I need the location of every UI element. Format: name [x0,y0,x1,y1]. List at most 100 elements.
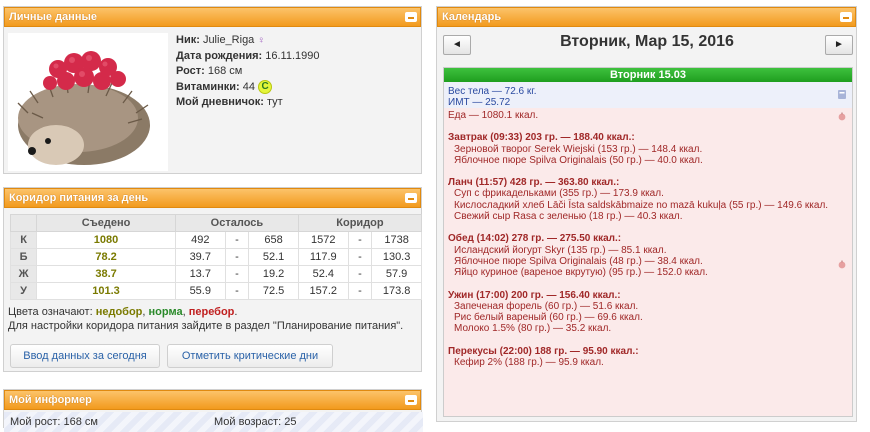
left-max: 658 [248,231,299,249]
my-informer-panel: Мой информер Мой рост: 168 см Мой возрас… [3,389,423,432]
meal-item: Суп с фрикадельками (355 гр.) — 173.9 кк… [454,188,664,200]
personal-info: Ник: Julie_Riga ♀ Дата рождения: 16.11.1… [176,33,320,111]
table-row: У 101.3 55.9 - 72.5 157.2 - 173.8 [9,282,422,300]
minimize-icon[interactable] [405,395,417,405]
legend-norm: норма [148,306,183,318]
table-row: Ж 38.7 13.7 - 19.2 52.4 - 57.9 [9,265,422,283]
row-label: Б [9,248,38,266]
apple-icon [838,112,846,121]
height-row: Рост: 168 см [176,64,320,80]
minimize-icon[interactable] [405,12,417,22]
vitamins-value: 44 [242,80,255,93]
left-min: 13.7 [174,265,226,283]
minimize-icon[interactable] [405,193,417,203]
dash: - [224,265,250,283]
vitamins-label: Витаминки: [176,80,240,93]
enter-today-data-button[interactable]: Ввод данных за сегодня [10,344,160,368]
legend-under: недобор [95,306,143,318]
meal-item: Свежий сыр Rasa с зеленью (18 гр.) — 40.… [454,211,683,223]
meal-item: Яблочное пюре Spilva Originalais (48 гр.… [454,255,703,267]
meal-item: Кисло­сладкий хлеб Lāči Īsta saldskābmai… [454,199,829,211]
hedgehog-avatar-image [8,33,168,171]
minimize-icon[interactable] [840,12,852,22]
row-label: У [9,282,38,300]
prev-day-button[interactable]: ◄ [443,35,471,55]
table-header-eaten: Съедено [36,214,176,232]
day-entry: Вторник 15.03 Вес тела — 72.6 кг. ИМТ — … [443,67,853,417]
informer-height: Мой рост: 168 см [10,416,98,428]
mark-critical-days-button[interactable]: Отметить критические дни [167,344,333,368]
personal-panel-title: Личные данные [9,11,97,23]
calendar-panel-title: Календарь [442,11,502,23]
table-header-row: Съедено Осталось Коридор [9,214,423,232]
corridor-max: 130.3 [371,248,422,266]
apple-icon [838,260,846,269]
dob-value: 16.11.1990 [265,49,320,62]
corridor-max: 1738 [371,231,422,249]
corridor-min: 157.2 [297,282,349,300]
legend-sep: , [142,306,146,318]
diary-link[interactable]: тут [267,96,283,108]
meal-title: Завтрак (09:33) 203 гр. — 188.40 ккал.: [448,132,635,144]
meal-item: Молоко 1.5% (80 гр.) — 35.2 ккал. [454,323,612,335]
eaten-value: 38.7 [36,265,176,283]
corridor-min: 117.9 [297,248,349,266]
day-header[interactable]: Вторник 15.03 [444,68,852,82]
vitamins-row: Витаминки: 44 C [176,79,320,96]
personal-data-panel: Личные данные Ник: Julie_Riga ♀ Дата рож… [3,6,422,174]
next-day-button[interactable]: ► [825,35,853,55]
left-max: 52.1 [248,248,299,266]
corridor-note: Для настройки коридора питания зайдите в… [8,320,404,332]
color-legend: Цвета означают: недобор, норма, перебор.… [8,305,418,333]
eaten-value: 101.3 [36,282,176,300]
informer-panel-title: Мой информер [9,394,92,406]
left-min: 492 [174,231,226,249]
diary-label: Мой дневничок: [176,96,264,108]
table-header-blank [9,214,38,232]
female-icon: ♀ [257,34,265,46]
legend-line: Цвета означают: недобор, норма, перебор. [8,305,418,319]
dash: - [224,282,250,300]
legend-sep: , [182,306,186,318]
corridor-panel-title: Коридор питания за день [9,192,149,204]
arrow-right-icon: ► [834,39,844,50]
dob-label: Дата рождения: [176,49,263,62]
nick-label: Ник: [176,34,200,46]
calendar-date-title: Вторник, Мар 15, 2016 [560,33,734,50]
informer-panel-header: Мой информер [4,390,421,410]
weight-section[interactable]: Вес тела — 72.6 кг. ИМТ — 25.72 [444,82,852,108]
arrow-left-icon: ◄ [452,39,462,50]
informer-age: Мой возраст: 25 [214,416,297,428]
meal-item: Рис белый вареный (60 гр.) — 69.6 ккал. [454,312,643,324]
meal-title: Ужин (17:00) 200 гр. — 156.40 ккал.: [448,289,621,301]
meal-title: Перекусы (22:00) 188 гр. — 95.90 ккал.: [448,345,639,357]
weight-value: Вес тела — 72.6 кг. [448,86,537,97]
nutrition-corridor-panel: Коридор питания за день Съедено Осталось… [3,187,423,372]
corridor-table: Съедено Осталось Коридор К 1080 492 - 65… [9,214,423,300]
table-row: К 1080 492 - 658 1572 - 1738 [9,231,422,249]
dash: - [347,265,373,283]
table-header-corridor: Коридор [297,214,423,232]
row-label: К [9,231,38,249]
scale-icon [838,90,846,99]
meal-item: Яблочное пюре Spilva Originalais (50 гр.… [454,154,703,166]
eaten-value: 1080 [36,231,176,249]
top-cutoff-strip [0,0,870,5]
dash: - [347,248,373,266]
nick-value[interactable]: Julie_Riga [203,34,254,46]
food-section[interactable]: Еда — 1080.1 ккал. Завтрак (09:33) 203 г… [444,108,852,416]
legend-prefix: Цвета означают: [8,306,93,318]
food-total: Еда — 1080.1 ккал. [448,110,539,121]
left-min: 55.9 [174,282,226,300]
left-min: 39.7 [174,248,226,266]
calendar-panel: Календарь ◄ Вторник, Мар 15, 2016 ► Втор… [436,6,857,422]
corridor-min: 1572 [297,231,349,249]
height-value: 168 см [207,65,243,77]
avatar [8,33,168,171]
legend-over: перебор [188,306,235,318]
left-max: 19.2 [248,265,299,283]
